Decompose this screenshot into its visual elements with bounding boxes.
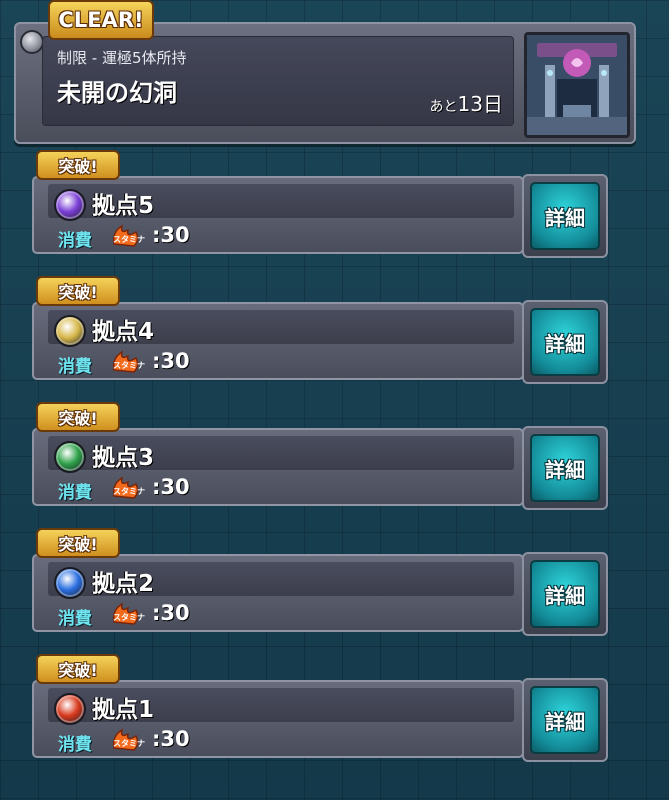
stage-name: 拠点1 [92,697,155,723]
detail-button-label[interactable]: 詳細 [530,686,600,754]
breakthrough-badge: 突破! [36,150,120,180]
wood-orb-icon [54,441,86,473]
stage-row-4[interactable]: 拠点4 消費 スタミナ :30 突破! 詳細 [32,276,608,384]
stage-row-body[interactable]: 拠点5 消費 スタミナ :30 [32,176,524,254]
stage-row-body[interactable]: 拠点4 消費 スタミナ :30 [32,302,524,380]
stamina-icon: スタミナ [112,476,145,499]
clear-badge: CLEAR! [48,0,154,40]
stage-row-2[interactable]: 拠点2 消費 スタミナ :30 突破! 詳細 [32,528,608,636]
stage-row-1[interactable]: 拠点1 消費 スタミナ :30 突破! 詳細 [32,654,608,762]
breakthrough-badge: 突破! [36,402,120,432]
detail-button[interactable]: 詳細 [522,678,608,762]
stamina-label: スタミナ [113,612,145,622]
cost-value: :30 [152,601,190,625]
ring-icon [20,30,44,54]
light-orb-icon [54,315,86,347]
stage-row-body[interactable]: 拠点3 消費 スタミナ :30 [32,428,524,506]
cost-label: 消費 [58,735,92,755]
dark-orb-icon [54,189,86,221]
quest-info-box: 制限 - 運極5体所持 未開の幻洞 あと13日 [42,36,514,126]
detail-button-label[interactable]: 詳細 [530,308,600,376]
water-orb-icon [54,567,86,599]
breakthrough-badge: 突破! [36,276,120,306]
cost-label: 消費 [58,483,92,503]
stamina-icon: スタミナ [112,350,145,373]
detail-button-label[interactable]: 詳細 [530,560,600,628]
stage-name: 拠点3 [92,445,155,471]
cost-value: :30 [152,727,190,751]
stage-thumbnail [524,32,630,138]
stage-name: 拠点2 [92,571,155,597]
detail-button[interactable]: 詳細 [522,426,608,510]
detail-button-label[interactable]: 詳細 [530,182,600,250]
stamina-label: スタミナ [113,234,145,244]
detail-button[interactable]: 詳細 [522,300,608,384]
quest-limit-text: 制限 - 運極5体所持 [57,49,187,67]
breakthrough-badge: 突破! [36,654,120,684]
quest-header-panel[interactable]: 制限 - 運極5体所持 未開の幻洞 あと13日 [14,22,636,144]
stamina-icon: スタミナ [112,224,145,247]
cost-value: :30 [152,475,190,499]
stamina-icon: スタミナ [112,602,145,625]
stage-row-body[interactable]: 拠点2 消費 スタミナ :30 [32,554,524,632]
cost-label: 消費 [58,357,92,377]
stage-row-5[interactable]: 拠点5 消費 スタミナ :30 突破! 詳細 [32,150,608,258]
cost-value: :30 [152,349,190,373]
stamina-label: スタミナ [113,486,145,496]
remaining-prefix: あと [429,99,458,115]
detail-button-label[interactable]: 詳細 [530,434,600,502]
cost-label: 消費 [58,609,92,629]
remaining-time: あと13日 [430,88,503,117]
stage-name: 拠点4 [92,319,155,345]
stamina-icon: スタミナ [112,728,145,751]
stage-name: 拠点5 [92,193,155,219]
stamina-label: スタミナ [113,738,145,748]
cost-value: :30 [152,223,190,247]
breakthrough-badge: 突破! [36,528,120,558]
detail-button[interactable]: 詳細 [522,174,608,258]
cost-label: 消費 [58,231,92,251]
fire-orb-icon [54,693,86,725]
quest-title: 未開の幻洞 [57,79,177,107]
stamina-label: スタミナ [113,360,145,370]
detail-button[interactable]: 詳細 [522,552,608,636]
remaining-value: 13日 [457,92,503,116]
stage-row-body[interactable]: 拠点1 消費 スタミナ :30 [32,680,524,758]
stage-row-3[interactable]: 拠点3 消費 スタミナ :30 突破! 詳細 [32,402,608,510]
